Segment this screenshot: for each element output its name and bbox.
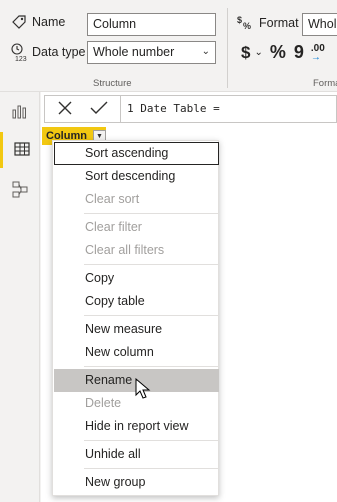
datatype-row: 123 Data type [10, 42, 86, 62]
menu-item-new-group[interactable]: New group [54, 471, 219, 494]
menu-separator [84, 213, 218, 214]
formula-input[interactable]: 1 Date Table = [121, 95, 337, 123]
menu-item-clear-all-filters: Clear all filters [85, 243, 165, 257]
menu-separator [84, 315, 218, 316]
name-input[interactable]: Column [87, 13, 216, 36]
format-select[interactable]: Whole [302, 13, 337, 36]
menu-separator [84, 468, 218, 469]
arrow-right-icon: → [310, 51, 321, 63]
name-label: Name [32, 15, 66, 29]
menu-item-sort-descending[interactable]: Sort descending [54, 165, 219, 188]
svg-text:123: 123 [15, 56, 27, 62]
data-view-icon [13, 140, 31, 161]
menu-item-unhide-all[interactable]: Unhide all [54, 443, 219, 466]
model-view-button[interactable] [0, 172, 40, 208]
name-row: Name [10, 14, 65, 30]
chevron-down-icon: ⌄ [201, 46, 210, 57]
close-icon [58, 101, 72, 114]
tag-icon [10, 14, 28, 30]
structure-group-caption: Structure [93, 78, 132, 89]
svg-text:$: $ [237, 15, 242, 25]
menu-item-copy-table[interactable]: Copy table [54, 290, 219, 313]
menu-item-new-measure[interactable]: New measure [54, 318, 219, 341]
currency-icon: $ [241, 42, 251, 62]
checkmark-icon [90, 101, 108, 114]
menu-separator [84, 366, 218, 367]
ribbon-divider [227, 8, 228, 88]
format-row: $% Format [237, 14, 299, 32]
format-buttons: $ ⌄ % 9 .00 → [241, 42, 325, 63]
mouse-pointer-icon [135, 377, 151, 400]
view-rail [0, 92, 40, 502]
report-view-icon [11, 102, 29, 123]
menu-item-hide-in-report-view[interactable]: Hide in report view [54, 415, 219, 438]
menu-item-copy[interactable]: Copy [54, 267, 219, 290]
datatype-label: Data type [32, 45, 86, 59]
datatype-value: Whole number [93, 45, 175, 59]
menu-item-new-column[interactable]: New column [54, 341, 219, 364]
decimal-button[interactable]: .00 → [310, 43, 325, 63]
svg-text:%: % [243, 21, 251, 31]
menu-separator [84, 440, 218, 441]
formula-commit-box [44, 95, 121, 123]
comma-button[interactable]: 9 [294, 42, 304, 63]
format-group-caption: Forma [313, 78, 337, 89]
model-view-icon [11, 180, 29, 201]
menu-item-sort-ascending[interactable]: Sort ascending [54, 142, 219, 165]
menu-separator [84, 264, 218, 265]
datatype-select[interactable]: Whole number ⌄ [87, 41, 216, 64]
commit-formula-button[interactable] [90, 100, 108, 119]
percent-button[interactable]: % [270, 42, 286, 63]
column-context-menu: Sort ascending Sort descending Clear sor… [52, 140, 219, 496]
data-view-button[interactable] [0, 132, 40, 168]
ribbon: Name Column 123 Data type Whole number ⌄… [0, 0, 337, 92]
formula-bar: 1 Date Table = [44, 95, 337, 123]
cancel-formula-button[interactable] [57, 100, 73, 119]
menu-item-clear-sort: Clear sort [85, 192, 140, 206]
report-view-button[interactable] [0, 94, 40, 130]
format-label: Format [259, 16, 299, 30]
currency-button[interactable]: $ ⌄ [241, 43, 263, 63]
menu-item-clear-filter: Clear filter [85, 220, 142, 234]
caret-down-icon: ▼ [95, 132, 103, 140]
datatype-clock-123-icon: 123 [10, 42, 30, 62]
format-dollar-percent-icon: $% [237, 14, 255, 32]
chevron-down-icon: ⌄ [254, 47, 263, 58]
